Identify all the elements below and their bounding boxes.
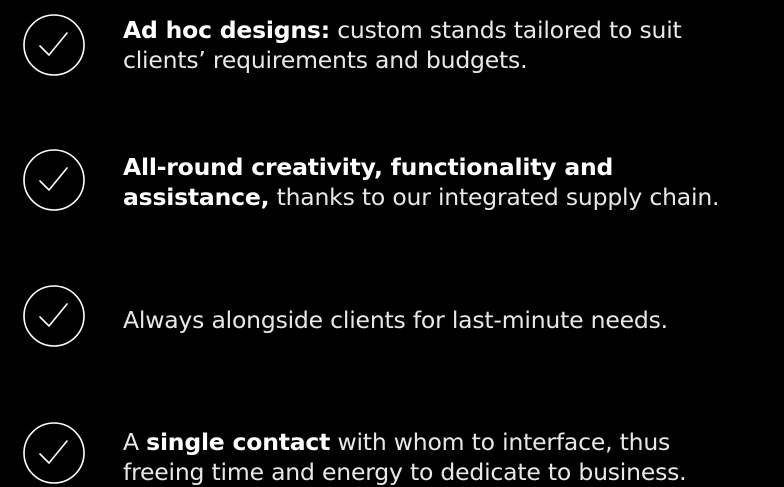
check-circle-icon bbox=[22, 421, 86, 485]
feature-list: Ad hoc designs: custom stands tailored t… bbox=[0, 0, 784, 487]
feature-text-line2: freeing time and energy to dedicate to b… bbox=[123, 458, 687, 486]
check-circle-icon bbox=[22, 13, 86, 77]
check-circle-icon bbox=[22, 284, 86, 348]
feature-text-line1: Always alongside clients for last-minute… bbox=[123, 306, 668, 334]
feature-text-line2: clients’ requirements and budgets. bbox=[123, 46, 528, 74]
check-circle-icon bbox=[22, 148, 86, 212]
feature-text: Always alongside clients for last-minute… bbox=[123, 305, 784, 335]
feature-highlight: single contact bbox=[146, 428, 331, 456]
feature-text-line2: thanks to our integrated supply chain. bbox=[269, 183, 720, 211]
feature-text-line1: custom stands tailored to suit bbox=[329, 16, 682, 44]
feature-highlight-line1: All-round creativity, functionality and bbox=[123, 153, 614, 181]
feature-highlight: Ad hoc designs: bbox=[123, 16, 330, 44]
feature-text: Ad hoc designs: custom stands tailored t… bbox=[123, 15, 784, 75]
feature-text-line1: with whom to interface, thus bbox=[330, 428, 671, 456]
feature-text: All-round creativity, functionality and … bbox=[123, 152, 784, 212]
feature-highlight-line2: assistance, bbox=[123, 183, 270, 211]
feature-text-prefix: A bbox=[123, 428, 147, 456]
feature-text: A single contact with whom to interface,… bbox=[123, 427, 784, 487]
